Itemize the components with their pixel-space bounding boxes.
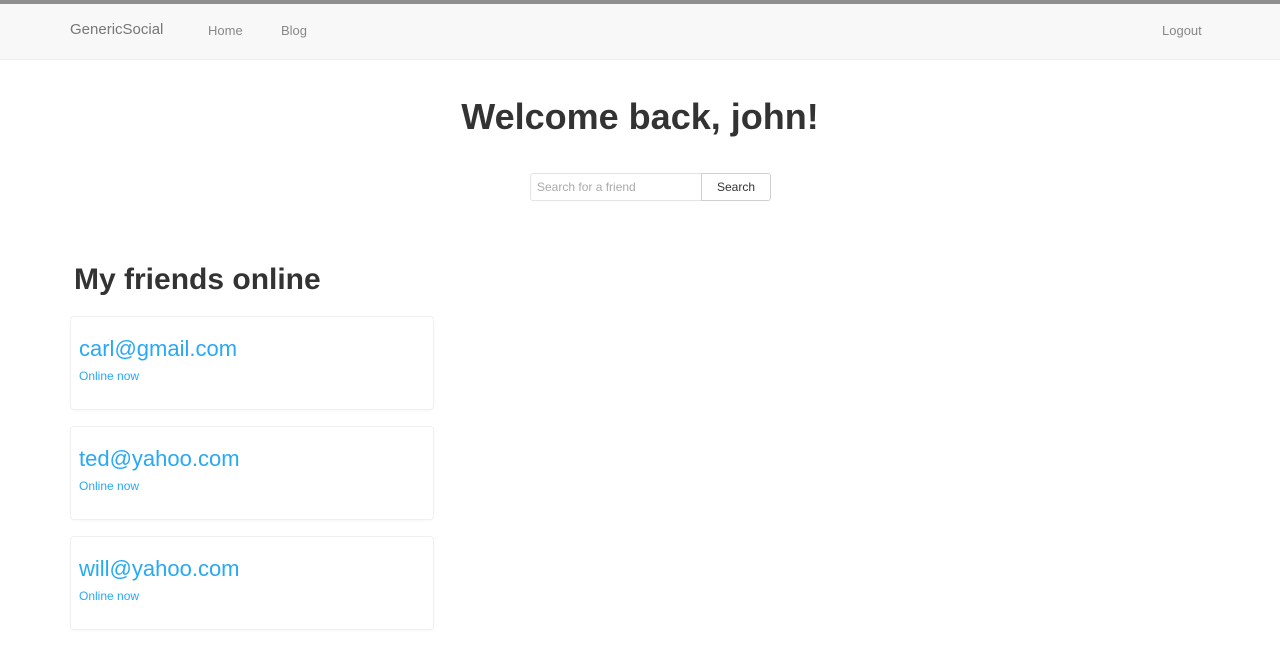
friend-card: will@yahoo.com Online now — [70, 536, 434, 630]
logout-link[interactable]: Logout — [1162, 23, 1202, 38]
friend-email-link[interactable]: ted@yahoo.com — [79, 445, 425, 473]
friend-status: Online now — [79, 479, 140, 493]
friend-status: Online now — [79, 369, 140, 383]
friends-list: carl@gmail.com Online now ted@yahoo.com … — [70, 316, 434, 646]
navbar: GenericSocial Home Blog Logout — [0, 0, 1280, 60]
friend-email-link[interactable]: carl@gmail.com — [79, 335, 425, 363]
friends-online-title: My friends online — [74, 263, 321, 296]
friend-search-form: Search — [530, 172, 771, 202]
friend-status: Online now — [79, 589, 140, 603]
nav-link-home[interactable]: Home — [208, 23, 243, 38]
welcome-heading: Welcome back, john! — [461, 96, 819, 137]
brand-link[interactable]: GenericSocial — [70, 21, 163, 38]
friend-search-input[interactable] — [530, 173, 701, 201]
friend-card: carl@gmail.com Online now — [70, 316, 434, 410]
friend-email-link[interactable]: will@yahoo.com — [79, 555, 425, 583]
nav-link-blog[interactable]: Blog — [281, 23, 307, 38]
search-button[interactable]: Search — [701, 173, 771, 201]
friend-card: ted@yahoo.com Online now — [70, 426, 434, 520]
